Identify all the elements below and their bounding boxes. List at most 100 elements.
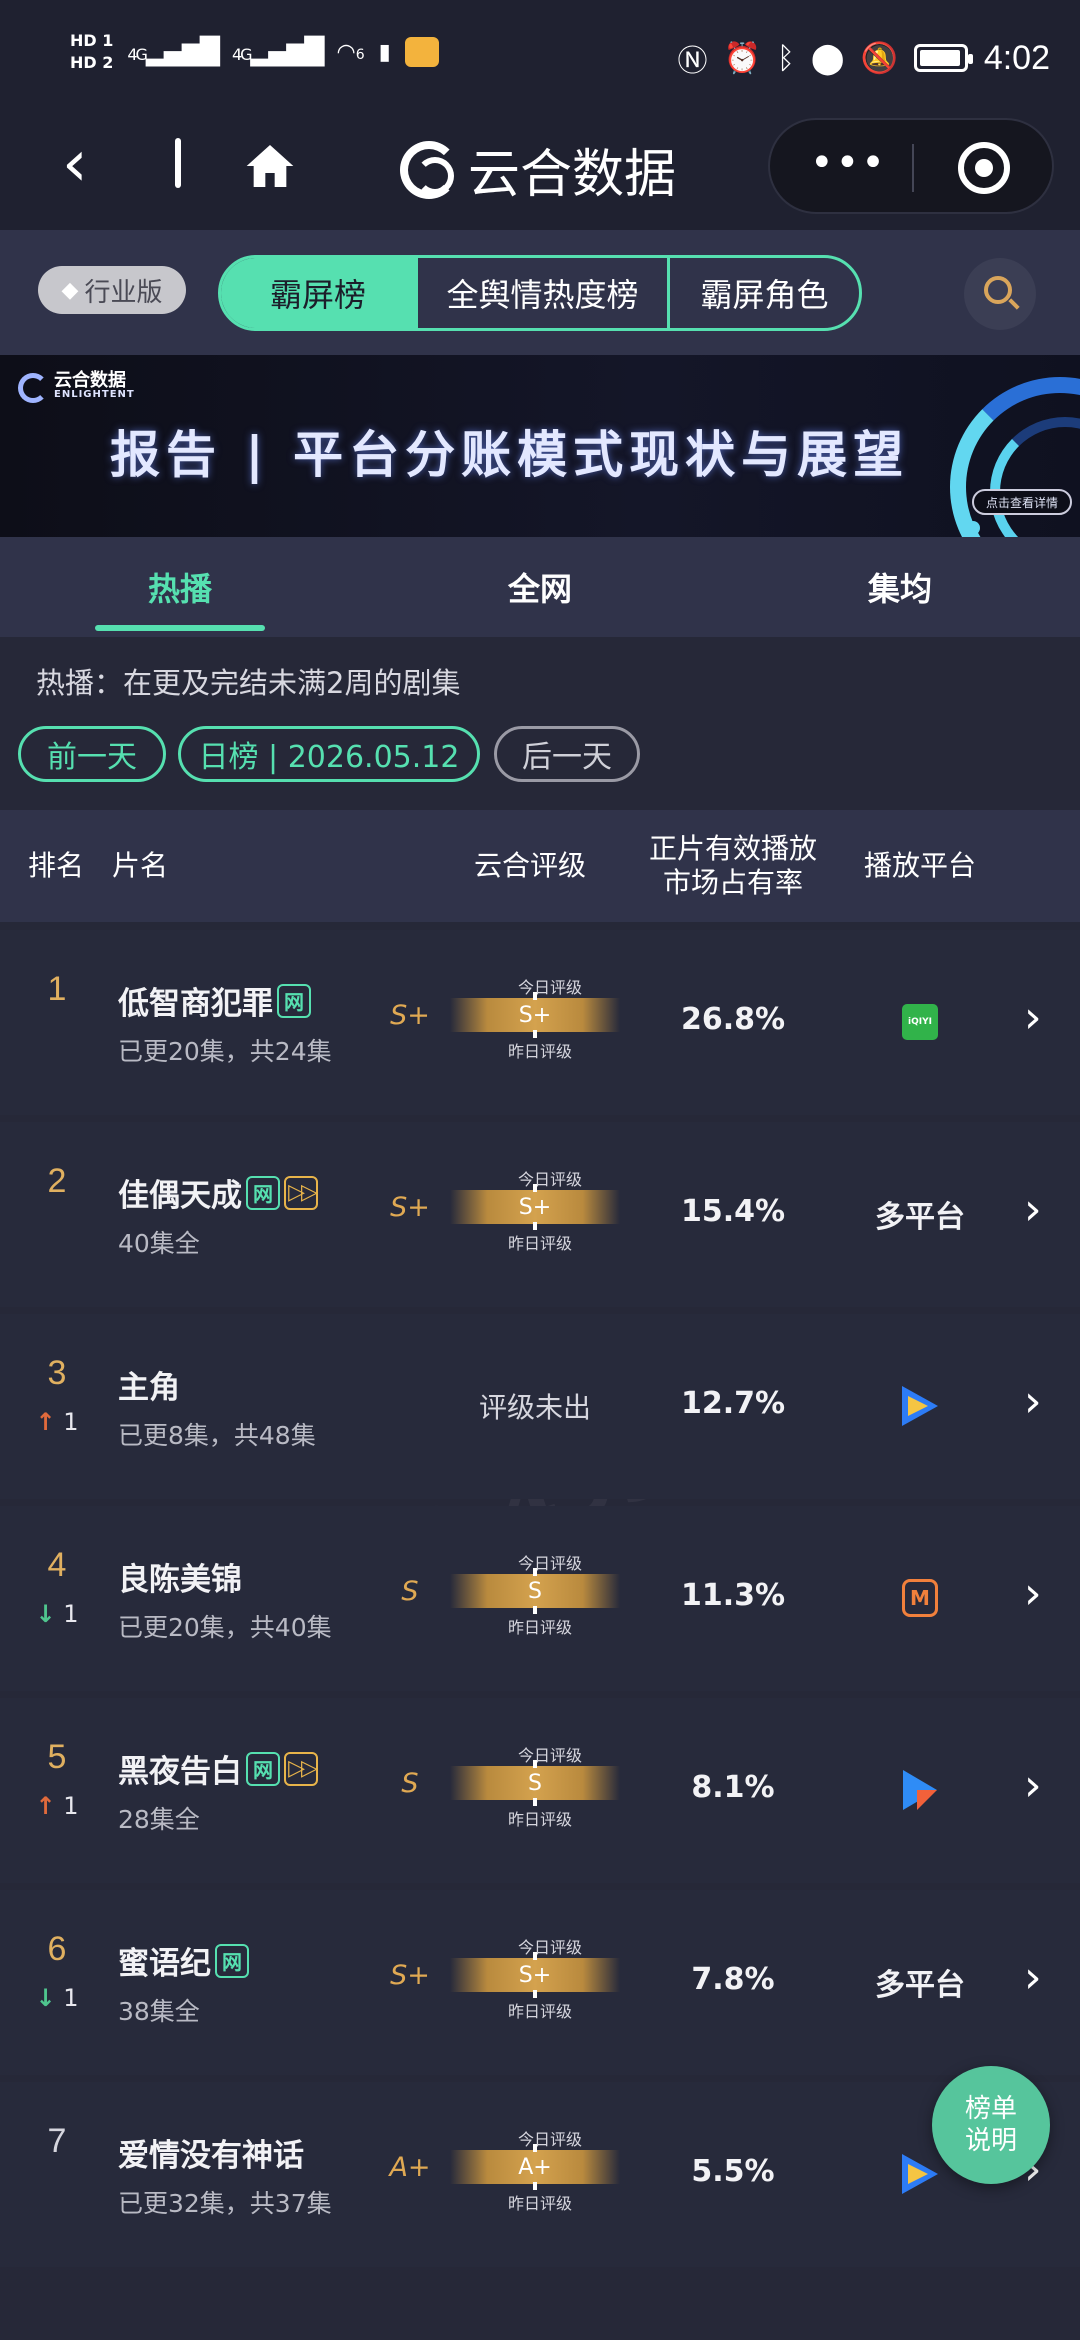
previous-grade: S+: [390, 1000, 430, 1031]
table-row[interactable]: 3 ↑ 1 主角 已更8集，共48集 评级未出 12.7% ›: [0, 1314, 1080, 1499]
grade-value: S+: [518, 1194, 552, 1220]
fab-line1: 榜单: [964, 2094, 1017, 2124]
arrow-up-icon: ↑: [35, 1792, 56, 1820]
rank-change: 1: [63, 1792, 79, 1820]
arrow-up-icon: ↑: [35, 1408, 56, 1436]
bluetooth-icon: ᛒ: [776, 40, 795, 76]
battery-icon: [913, 44, 973, 72]
banner-title: 报告 | 平台分账模式现状与展望: [110, 426, 910, 484]
col-rating: 云合评级: [473, 849, 586, 882]
chevron-right-icon[interactable]: ›: [1024, 1188, 1042, 1232]
drama-title-text: 黑夜告白: [118, 1754, 242, 1790]
diamond-icon: ◆: [61, 277, 79, 303]
yesterday-grade-label: 昨日评级: [507, 1618, 572, 1637]
grade-bar: S: [450, 1760, 620, 1806]
drama-title-text: 良陈美锦: [118, 1562, 242, 1598]
table-row[interactable]: 1 低智商犯罪网已更20集，共24集 S+ 今日评级 S+ 昨日评级 26.8% iQIYI ›: [0, 930, 1080, 1115]
table-header: 排名 片名 云合评级 正片有效播放 市场占有率 播放平台: [0, 810, 1080, 922]
nav-bar: ‹ 云合数据 •••: [0, 110, 1080, 230]
market-share: 15.4%: [680, 1194, 786, 1229]
table-row[interactable]: 2 佳偶天成网 ▷▷ 40集全 S+ 今日评级 S+ 昨日评级 15.4% 多平台 ›: [0, 1122, 1080, 1307]
drama-title: 爱情没有神话: [118, 2130, 304, 2175]
search-icon[interactable]: [964, 258, 1036, 330]
today-grade-label: 今日评级: [517, 2130, 582, 2149]
drama-title-text: 爱情没有神话: [118, 2138, 304, 2174]
chart-type-segment: 霸屏榜 全舆情热度榜 霸屏角色: [218, 255, 862, 331]
rank-number: 3: [47, 1354, 67, 1392]
tab-per-episode[interactable]: 集均: [815, 537, 985, 637]
yesterday-grade-label: 昨日评级: [507, 1810, 572, 1829]
rank-trend: ↑ 1: [0, 1792, 114, 1820]
banner-cta-button[interactable]: 点击查看详情: [972, 489, 1072, 515]
banner-dot: [966, 521, 980, 535]
drama-title: 蜜语纪网: [118, 1938, 249, 1983]
banner-logo: 云合数据 ENLIGHTENT: [18, 370, 135, 403]
chevron-right-icon[interactable]: ›: [1024, 1764, 1042, 1808]
platform-cell: 多平台: [850, 1184, 990, 1244]
drama-title-text: 低智商犯罪: [118, 986, 273, 1022]
col-share: 正片有效播放 市场占有率: [640, 810, 826, 922]
signal-icon-1: 4G▂▄▆█: [127, 37, 220, 67]
back-icon[interactable]: ‹: [62, 132, 88, 196]
rank-number: 2: [47, 1162, 67, 1200]
segment-dominance[interactable]: 霸屏榜: [221, 258, 415, 328]
col-rank: 排名: [27, 849, 84, 882]
banner-logo-en: ENLIGHTENT: [54, 389, 135, 400]
industry-badge[interactable]: ◆ 行业版: [38, 266, 186, 314]
col-share-line1: 正片有效播放: [648, 832, 817, 865]
market-share: 8.1%: [691, 1770, 775, 1805]
prev-day-button[interactable]: 前一天: [18, 726, 166, 782]
close-miniprogram-icon[interactable]: [958, 142, 1010, 194]
chevron-right-icon[interactable]: ›: [1024, 996, 1042, 1040]
ranking-explanation-button[interactable]: 榜单 说明: [932, 2066, 1050, 2184]
drama-title-text: 主角: [118, 1370, 180, 1406]
banner-logo-cn: 云合数据: [54, 370, 126, 391]
grade-value: A+: [518, 2154, 552, 2180]
market-share: 11.3%: [680, 1578, 786, 1613]
rank-change: 1: [63, 1984, 79, 2012]
platform-multi: 多平台: [875, 1200, 965, 1235]
status-left: HD 1 HD 2 4G▂▄▆█ 4G▂▄▆█ ◠6 ▮: [70, 30, 439, 74]
ranking-list: 1 低智商犯罪网已更20集，共24集 S+ 今日评级 S+ 昨日评级 26.8% iQIYI ›…: [0, 930, 1080, 2274]
status-right: Ⓝ ⏰ ᛒ ⬤ 🔕 4:02: [678, 36, 1050, 80]
episode-status: 28集全: [118, 1805, 200, 1834]
yesterday-grade-label: 昨日评级: [507, 2002, 572, 2021]
table-row[interactable]: 4 ↓ 1 良陈美锦 已更20集，共40集 S 今日评级 S 昨日评级 11.3% M ›: [0, 1506, 1080, 1691]
tab-hot[interactable]: 热播: [95, 537, 265, 637]
filter-row: ◆ 行业版 霸屏榜 全舆情热度榜 霸屏角色: [0, 230, 1080, 355]
tab-all-network[interactable]: 全网: [455, 537, 625, 637]
table-row[interactable]: 5 ↑ 1 黑夜告白网 ▷▷ 28集全 S 今日评级 S 昨日评级 8.1% ›: [0, 1698, 1080, 1883]
grade-not-available: 评级未出: [478, 1391, 591, 1424]
previous-grade: A+: [389, 2152, 431, 2183]
mute-icon: 🔕: [860, 40, 898, 76]
sim-indicator: HD 1 HD 2: [70, 30, 113, 74]
promo-banner[interactable]: 云合数据 ENLIGHTENT 报告 | 平台分账模式现状与展望 点击查看详情: [0, 355, 1080, 537]
more-icon[interactable]: •••: [810, 140, 887, 186]
yesterday-grade-label: 昨日评级: [507, 1234, 572, 1253]
grade-bar: S+: [450, 992, 620, 1038]
wifi-icon: ◠6: [336, 39, 365, 65]
yesterday-grade-label: 昨日评级: [507, 2194, 572, 2213]
chevron-right-icon[interactable]: ›: [1024, 1956, 1042, 2000]
next-day-button[interactable]: 后一天: [494, 726, 640, 782]
today-grade-label: 今日评级: [517, 1938, 582, 1957]
chevron-right-icon[interactable]: ›: [1024, 1380, 1042, 1424]
logo-icon: [400, 140, 458, 199]
grade-bar: S+: [450, 1952, 620, 1998]
location-icon: ⬤: [810, 40, 845, 76]
market-share: 26.8%: [680, 1002, 786, 1037]
episode-status: 已更20集，共24集: [118, 1037, 332, 1066]
rank-number: 6: [47, 1930, 67, 1968]
chevron-right-icon[interactable]: ›: [1024, 1572, 1042, 1616]
rank-change: 1: [63, 1600, 79, 1628]
segment-public-opinion[interactable]: 全舆情热度榜: [415, 258, 667, 328]
sim2-label: HD 2: [70, 53, 114, 72]
table-row[interactable]: 6 ↓ 1 蜜语纪网 38集全 S+ 今日评级 S+ 昨日评级 7.8% 多平台 ›: [0, 1890, 1080, 2075]
segment-dominant-role[interactable]: 霸屏角色: [667, 258, 859, 328]
previous-grade: S+: [390, 1192, 430, 1223]
date-selector[interactable]: 日榜 | 2026.05.12: [178, 726, 480, 782]
table-row[interactable]: 7 爱情没有神话 已更32集，共37集 A+ 今日评级 A+ 昨日评级 5.5% ›: [0, 2082, 1080, 2267]
battery-alert-icon: ▮: [378, 39, 391, 65]
home-icon[interactable]: [242, 138, 298, 194]
fab-line2: 说明: [964, 2126, 1017, 2156]
